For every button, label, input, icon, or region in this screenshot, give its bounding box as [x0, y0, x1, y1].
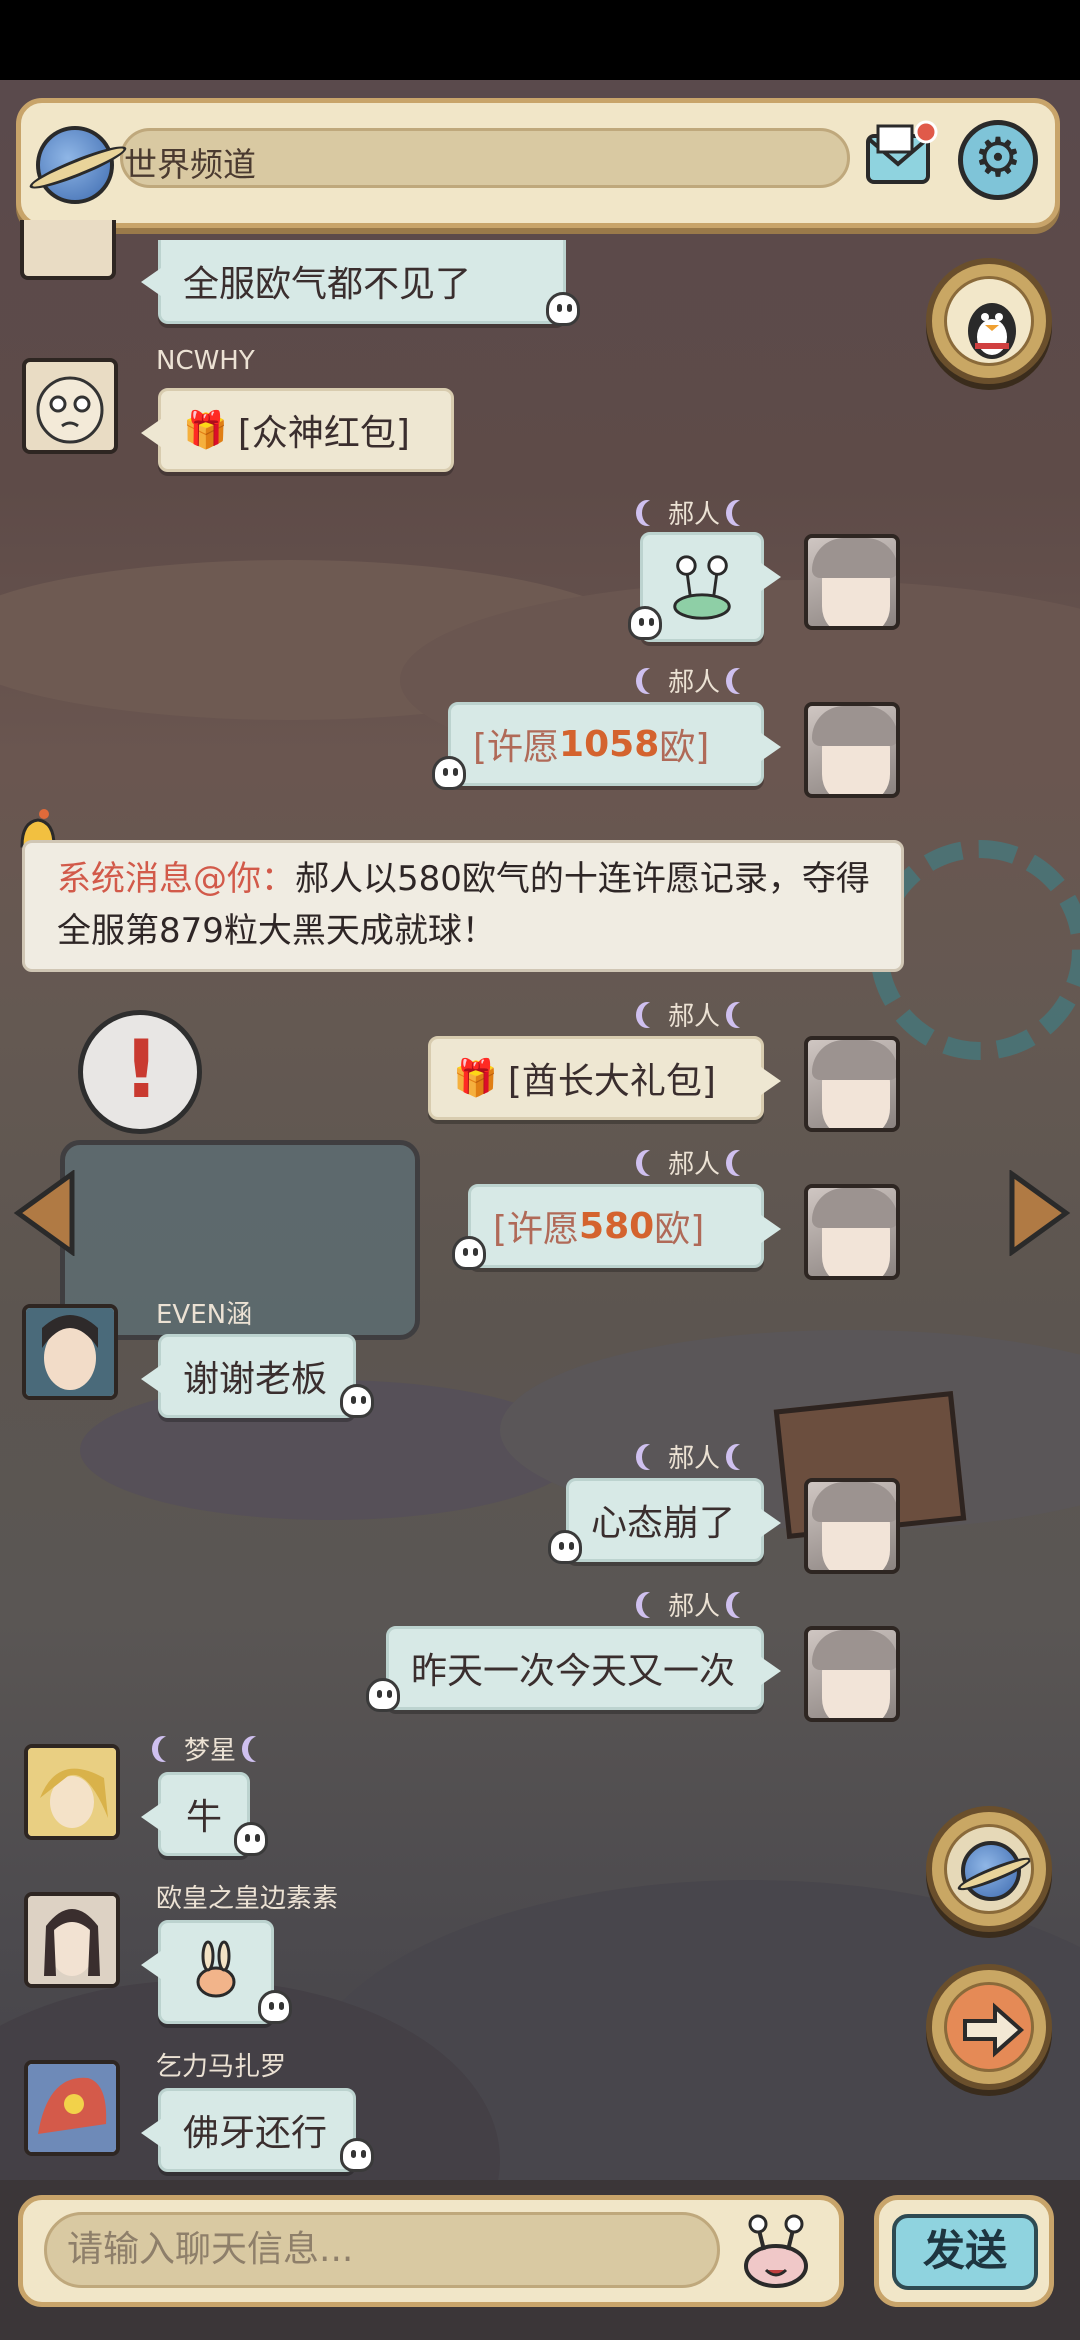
sender-name: 郝人	[634, 662, 754, 699]
ghost-icon	[432, 756, 466, 790]
snail-emoji-icon	[673, 555, 731, 620]
gear-icon[interactable]: ⚙	[958, 120, 1038, 200]
sender-name: 郝人	[634, 996, 754, 1033]
message-bubble: 佛牙还行	[141, 2088, 356, 2172]
ghost-icon	[340, 2138, 374, 2172]
ghost-icon	[366, 1678, 400, 1712]
message-bubble: 谢谢老板	[141, 1334, 356, 1418]
message-text: [酋长大礼包]	[507, 1061, 716, 1102]
planet-icon[interactable]	[36, 126, 114, 204]
message-text: [众神红包]	[237, 413, 410, 454]
avatar[interactable]	[804, 702, 900, 798]
system-tag: 系统消息@你：	[57, 859, 295, 899]
rabbit-emoji-icon	[196, 1940, 236, 1998]
avatar[interactable]	[804, 1478, 900, 1574]
avatar[interactable]	[24, 1744, 120, 1840]
sender-name: 郝人	[634, 1586, 754, 1623]
ghost-icon	[628, 606, 662, 640]
sender-name: 郝人	[634, 1144, 754, 1181]
message-text: 谢谢老板	[183, 1359, 328, 1400]
mail-notification-icon[interactable]	[864, 120, 938, 190]
sender-name: 欧皇之皇边素素	[156, 1884, 339, 1914]
right-arrow-button[interactable]	[1006, 1169, 1072, 1260]
avatar[interactable]	[22, 358, 118, 454]
ghost-icon	[546, 292, 580, 326]
message-text: 佛牙还行	[183, 2113, 328, 2154]
alert-bubble[interactable]: !	[78, 1010, 202, 1134]
avatar[interactable]	[22, 1304, 118, 1400]
gift-message-bubble[interactable]: 🎁 [众神红包]	[141, 388, 454, 472]
ghost-icon	[258, 1990, 292, 2024]
sender-name: 乞力马扎罗	[156, 2052, 287, 2082]
channel-title: 世界频道	[124, 145, 256, 184]
ghost-icon	[452, 1236, 486, 1270]
send-button[interactable]: 发送	[892, 2214, 1038, 2290]
ghost-icon	[234, 1822, 268, 1856]
avatar[interactable]	[804, 1184, 900, 1280]
forward-arrow-button[interactable]	[926, 1964, 1052, 2090]
penguin-button[interactable]	[926, 258, 1052, 384]
avatar[interactable]	[804, 1626, 900, 1722]
gift-icon: 🎁	[183, 410, 228, 451]
gift-icon: 🎁	[453, 1058, 498, 1099]
wish-value: 580	[579, 1205, 655, 1247]
avatar[interactable]	[804, 534, 900, 630]
message-text: 牛	[185, 1797, 222, 1838]
avatar[interactable]	[24, 1892, 120, 1988]
avatar[interactable]	[20, 220, 116, 280]
planet-icon	[961, 1841, 1021, 1901]
system-message: 系统消息@你：郝人以580欧气的十连许愿记录，夺得全服第879粒大黑天成就球！	[22, 840, 904, 972]
arrow-right-icon	[944, 1982, 1034, 2072]
sender-name: 郝人	[634, 494, 754, 531]
left-arrow-button[interactable]	[12, 1169, 78, 1260]
message-bubble	[141, 1920, 274, 2024]
message-text: 心态崩了	[591, 1503, 736, 1544]
message-bubble: 昨天一次今天又一次	[386, 1626, 781, 1710]
sender-name: NCWHY	[156, 346, 255, 376]
snail-emoji-button[interactable]	[738, 2214, 814, 2294]
wish-message-bubble[interactable]: [许愿 580 欧]	[468, 1184, 781, 1268]
wish-value: 1058	[559, 723, 660, 765]
message-bubble: 心态崩了	[566, 1478, 781, 1562]
ghost-icon	[548, 1530, 582, 1564]
gift-message-bubble[interactable]: 🎁 [酋长大礼包]	[428, 1036, 781, 1120]
avatar[interactable]	[804, 1036, 900, 1132]
message-text: 昨天一次今天又一次	[411, 1651, 736, 1692]
planet-button[interactable]	[926, 1806, 1052, 1932]
status-bar	[0, 0, 1080, 80]
exclamation-icon: !	[123, 1023, 160, 1116]
sender-name: 郝人	[634, 1438, 754, 1475]
avatar[interactable]	[24, 2060, 120, 2156]
ghost-icon	[340, 1384, 374, 1418]
message-text: 全服欧气都不见了	[183, 263, 472, 305]
wish-message-bubble[interactable]: [许愿 1058 欧]	[448, 702, 781, 786]
sender-name: EVEN涵	[156, 1300, 253, 1330]
message-bubble: 全服欧气都不见了	[141, 240, 566, 324]
chat-input[interactable]: 请输入聊天信息...	[44, 2212, 720, 2288]
penguin-icon	[944, 276, 1034, 366]
sender-name: 梦星	[150, 1730, 270, 1767]
